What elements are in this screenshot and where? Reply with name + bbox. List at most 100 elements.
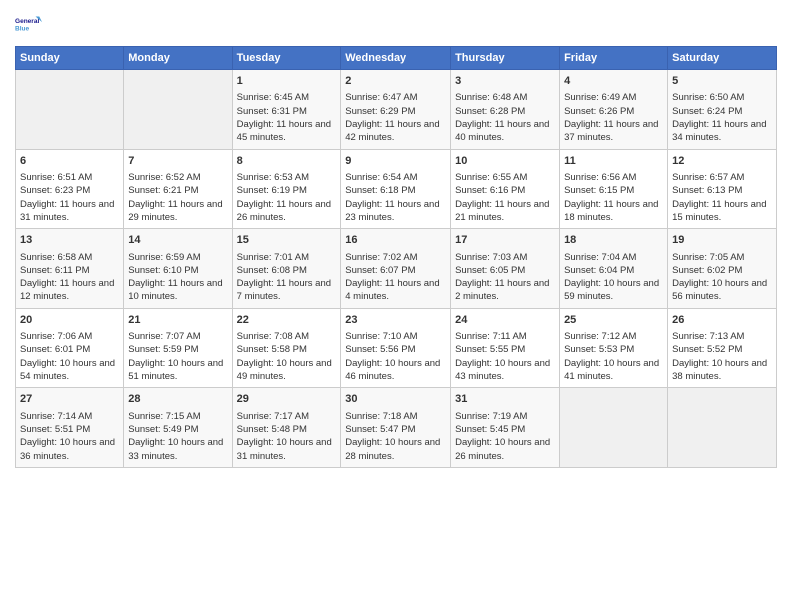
calendar-cell: 30Sunrise: 7:18 AMSunset: 5:47 PMDayligh…	[341, 388, 451, 468]
day-info: Sunset: 5:49 PM	[128, 423, 227, 436]
day-number: 18	[564, 233, 663, 248]
logo: GeneralBlue	[15, 10, 43, 38]
day-info: Sunset: 6:10 PM	[128, 264, 227, 277]
day-info: Sunset: 5:59 PM	[128, 343, 227, 356]
day-number: 6	[20, 154, 119, 169]
day-info: Daylight: 10 hours and 49 minutes.	[237, 357, 337, 384]
day-info: Sunrise: 7:15 AM	[128, 410, 227, 423]
calendar-cell: 7Sunrise: 6:52 AMSunset: 6:21 PMDaylight…	[124, 149, 232, 229]
day-info: Sunrise: 6:52 AM	[128, 171, 227, 184]
calendar-cell: 16Sunrise: 7:02 AMSunset: 6:07 PMDayligh…	[341, 229, 451, 309]
day-number: 22	[237, 313, 337, 328]
calendar-cell: 22Sunrise: 7:08 AMSunset: 5:58 PMDayligh…	[232, 308, 341, 388]
calendar-cell	[668, 388, 777, 468]
day-info: Daylight: 11 hours and 34 minutes.	[672, 118, 772, 145]
day-number: 10	[455, 154, 555, 169]
day-info: Daylight: 10 hours and 46 minutes.	[345, 357, 446, 384]
day-info: Daylight: 11 hours and 15 minutes.	[672, 198, 772, 225]
day-info: Sunrise: 6:55 AM	[455, 171, 555, 184]
day-number: 7	[128, 154, 227, 169]
day-info: Sunset: 6:01 PM	[20, 343, 119, 356]
day-info: Sunrise: 7:02 AM	[345, 251, 446, 264]
day-info: Daylight: 11 hours and 18 minutes.	[564, 198, 663, 225]
day-number: 23	[345, 313, 446, 328]
day-info: Sunset: 6:04 PM	[564, 264, 663, 277]
day-number: 5	[672, 74, 772, 89]
svg-text:Blue: Blue	[15, 26, 29, 33]
day-info: Daylight: 11 hours and 42 minutes.	[345, 118, 446, 145]
calendar-cell: 26Sunrise: 7:13 AMSunset: 5:52 PMDayligh…	[668, 308, 777, 388]
day-info: Sunrise: 7:13 AM	[672, 330, 772, 343]
day-info: Sunset: 6:24 PM	[672, 105, 772, 118]
day-info: Daylight: 10 hours and 38 minutes.	[672, 357, 772, 384]
day-header-friday: Friday	[560, 47, 668, 70]
day-number: 17	[455, 233, 555, 248]
calendar-cell	[16, 70, 124, 150]
day-info: Sunset: 5:53 PM	[564, 343, 663, 356]
day-info: Daylight: 10 hours and 51 minutes.	[128, 357, 227, 384]
day-info: Sunrise: 6:58 AM	[20, 251, 119, 264]
day-header-sunday: Sunday	[16, 47, 124, 70]
day-info: Sunset: 6:26 PM	[564, 105, 663, 118]
day-header-monday: Monday	[124, 47, 232, 70]
day-info: Daylight: 11 hours and 29 minutes.	[128, 198, 227, 225]
day-info: Sunrise: 7:12 AM	[564, 330, 663, 343]
day-info: Daylight: 11 hours and 21 minutes.	[455, 198, 555, 225]
day-info: Daylight: 10 hours and 54 minutes.	[20, 357, 119, 384]
calendar-cell: 9Sunrise: 6:54 AMSunset: 6:18 PMDaylight…	[341, 149, 451, 229]
day-info: Daylight: 10 hours and 33 minutes.	[128, 436, 227, 463]
calendar-cell: 8Sunrise: 6:53 AMSunset: 6:19 PMDaylight…	[232, 149, 341, 229]
day-number: 29	[237, 392, 337, 407]
day-info: Sunrise: 6:57 AM	[672, 171, 772, 184]
day-info: Daylight: 11 hours and 31 minutes.	[20, 198, 119, 225]
day-number: 1	[237, 74, 337, 89]
day-info: Sunset: 6:11 PM	[20, 264, 119, 277]
day-info: Daylight: 11 hours and 45 minutes.	[237, 118, 337, 145]
day-number: 31	[455, 392, 555, 407]
day-info: Daylight: 10 hours and 59 minutes.	[564, 277, 663, 304]
day-info: Sunset: 5:48 PM	[237, 423, 337, 436]
day-info: Daylight: 11 hours and 40 minutes.	[455, 118, 555, 145]
day-info: Sunrise: 7:19 AM	[455, 410, 555, 423]
day-info: Sunrise: 7:18 AM	[345, 410, 446, 423]
day-info: Sunset: 6:16 PM	[455, 184, 555, 197]
day-number: 4	[564, 74, 663, 89]
calendar-cell: 11Sunrise: 6:56 AMSunset: 6:15 PMDayligh…	[560, 149, 668, 229]
calendar-cell: 19Sunrise: 7:05 AMSunset: 6:02 PMDayligh…	[668, 229, 777, 309]
day-number: 30	[345, 392, 446, 407]
calendar-cell: 25Sunrise: 7:12 AMSunset: 5:53 PMDayligh…	[560, 308, 668, 388]
day-info: Sunrise: 7:05 AM	[672, 251, 772, 264]
day-info: Daylight: 10 hours and 28 minutes.	[345, 436, 446, 463]
calendar-cell: 12Sunrise: 6:57 AMSunset: 6:13 PMDayligh…	[668, 149, 777, 229]
day-info: Sunset: 6:23 PM	[20, 184, 119, 197]
calendar-week-5: 27Sunrise: 7:14 AMSunset: 5:51 PMDayligh…	[16, 388, 777, 468]
day-number: 25	[564, 313, 663, 328]
calendar-cell: 1Sunrise: 6:45 AMSunset: 6:31 PMDaylight…	[232, 70, 341, 150]
day-number: 15	[237, 233, 337, 248]
day-number: 16	[345, 233, 446, 248]
day-info: Sunrise: 6:54 AM	[345, 171, 446, 184]
day-number: 13	[20, 233, 119, 248]
day-info: Sunrise: 6:47 AM	[345, 91, 446, 104]
day-info: Daylight: 10 hours and 56 minutes.	[672, 277, 772, 304]
calendar-week-3: 13 Sunrise: 6:58 AMSunset: 6:11 PM Dayligh…	[16, 229, 777, 309]
day-info: Daylight: 11 hours and 37 minutes.	[564, 118, 663, 145]
day-info: Sunset: 5:55 PM	[455, 343, 555, 356]
day-number: 2	[345, 74, 446, 89]
day-header-wednesday: Wednesday	[341, 47, 451, 70]
day-info: Sunset: 6:05 PM	[455, 264, 555, 277]
calendar-cell	[124, 70, 232, 150]
day-info: Sunset: 6:08 PM	[237, 264, 337, 277]
day-number: 24	[455, 313, 555, 328]
day-number: 8	[237, 154, 337, 169]
calendar-body: 1Sunrise: 6:45 AMSunset: 6:31 PMDaylight…	[16, 70, 777, 468]
day-info: Sunset: 5:58 PM	[237, 343, 337, 356]
day-info: Sunset: 6:19 PM	[237, 184, 337, 197]
day-info: Daylight: 10 hours and 26 minutes.	[455, 436, 555, 463]
day-info: Sunrise: 6:48 AM	[455, 91, 555, 104]
day-info: Sunrise: 6:50 AM	[672, 91, 772, 104]
calendar-cell: 21Sunrise: 7:07 AMSunset: 5:59 PMDayligh…	[124, 308, 232, 388]
day-info: Sunrise: 6:49 AM	[564, 91, 663, 104]
day-number: 11	[564, 154, 663, 169]
day-number: 3	[455, 74, 555, 89]
